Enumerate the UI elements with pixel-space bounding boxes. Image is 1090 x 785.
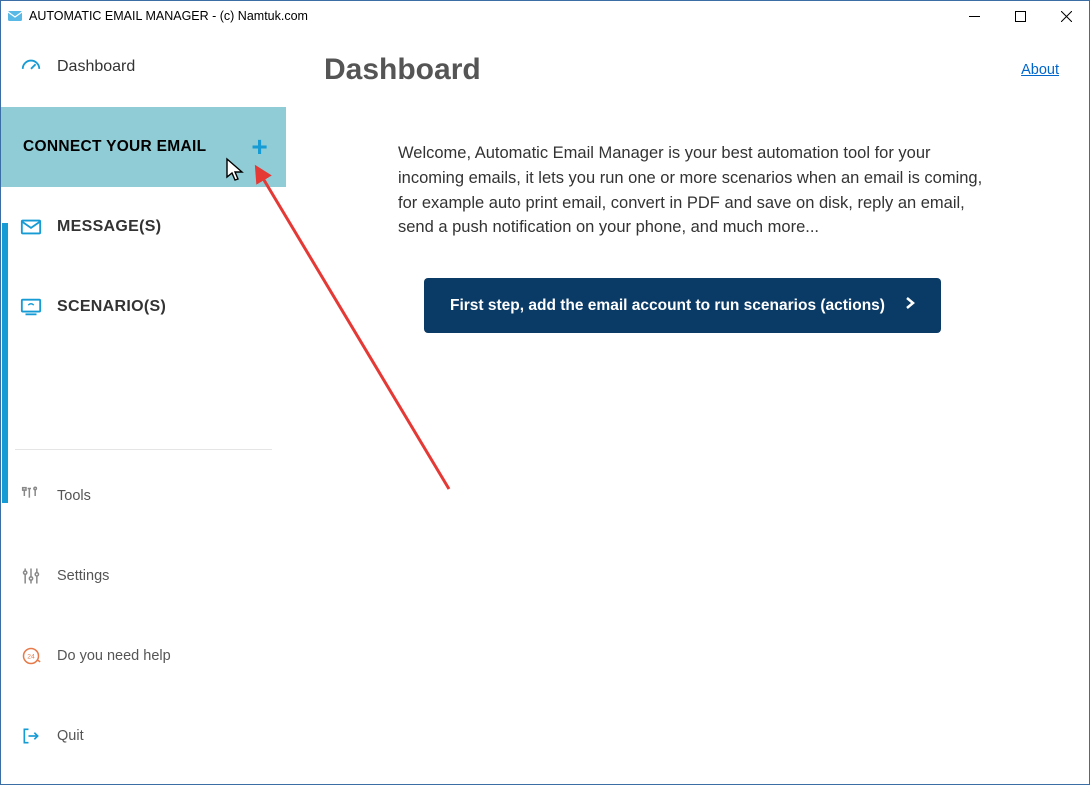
sidebar-item-label: Do you need help bbox=[57, 648, 171, 664]
sidebar-item-label: MESSAGE(S) bbox=[57, 218, 161, 236]
sidebar-item-scenarios[interactable]: SCENARIO(S) bbox=[1, 267, 286, 347]
sidebar-item-label: CONNECT YOUR EMAIL bbox=[23, 138, 206, 156]
gauge-icon bbox=[19, 56, 43, 78]
add-email-account-button[interactable]: First step, add the email account to run… bbox=[424, 278, 941, 333]
app-window: AUTOMATIC EMAIL MANAGER - (c) Namtuk.com bbox=[0, 0, 1090, 785]
sidebar-item-label: Tools bbox=[57, 488, 91, 504]
page-title: Dashboard bbox=[324, 53, 481, 87]
sidebar-item-label: SCENARIO(S) bbox=[57, 298, 166, 316]
window-controls bbox=[951, 1, 1089, 31]
tools-icon bbox=[19, 486, 43, 506]
welcome-text: Welcome, Automatic Email Manager is your… bbox=[398, 141, 988, 240]
sidebar-item-quit[interactable]: Quit bbox=[1, 696, 286, 776]
chevron-right-icon bbox=[905, 296, 915, 315]
settings-icon bbox=[19, 566, 43, 586]
titlebar: AUTOMATIC EMAIL MANAGER - (c) Namtuk.com bbox=[1, 1, 1089, 31]
sidebar: Dashboard CONNECT YOUR EMAIL + MESSAGE(S… bbox=[1, 31, 286, 784]
main-content: Dashboard About Welcome, Automatic Email… bbox=[286, 31, 1089, 784]
envelope-icon bbox=[19, 216, 43, 238]
active-section-indicator bbox=[2, 223, 8, 503]
exit-icon bbox=[19, 726, 43, 746]
sidebar-item-connect-email[interactable]: CONNECT YOUR EMAIL + bbox=[1, 107, 286, 187]
minimize-button[interactable] bbox=[951, 1, 997, 31]
sidebar-item-label: Settings bbox=[57, 568, 109, 584]
sidebar-item-messages[interactable]: MESSAGE(S) bbox=[1, 187, 286, 267]
page-header: Dashboard About bbox=[324, 53, 1059, 87]
close-button[interactable] bbox=[1043, 1, 1089, 31]
sidebar-item-tools[interactable]: Tools bbox=[1, 456, 286, 536]
cta-label: First step, add the email account to run… bbox=[450, 297, 885, 315]
sidebar-item-label: Quit bbox=[57, 728, 84, 744]
titlebar-left: AUTOMATIC EMAIL MANAGER - (c) Namtuk.com bbox=[7, 8, 308, 24]
sidebar-item-help[interactable]: 24 Do you need help bbox=[1, 616, 286, 696]
app-icon bbox=[7, 8, 23, 24]
window-title: AUTOMATIC EMAIL MANAGER - (c) Namtuk.com bbox=[29, 9, 308, 23]
monitor-icon bbox=[19, 296, 43, 318]
about-link[interactable]: About bbox=[1021, 62, 1059, 78]
sidebar-item-settings[interactable]: Settings bbox=[1, 536, 286, 616]
sidebar-divider bbox=[15, 449, 272, 450]
sidebar-item-label: Dashboard bbox=[57, 58, 135, 76]
plus-icon[interactable]: + bbox=[251, 133, 268, 161]
svg-text:24: 24 bbox=[27, 654, 35, 661]
maximize-button[interactable] bbox=[997, 1, 1043, 31]
support-icon: 24 bbox=[19, 646, 43, 666]
sidebar-item-dashboard[interactable]: Dashboard bbox=[1, 39, 286, 95]
app-body: Dashboard CONNECT YOUR EMAIL + MESSAGE(S… bbox=[1, 31, 1089, 784]
